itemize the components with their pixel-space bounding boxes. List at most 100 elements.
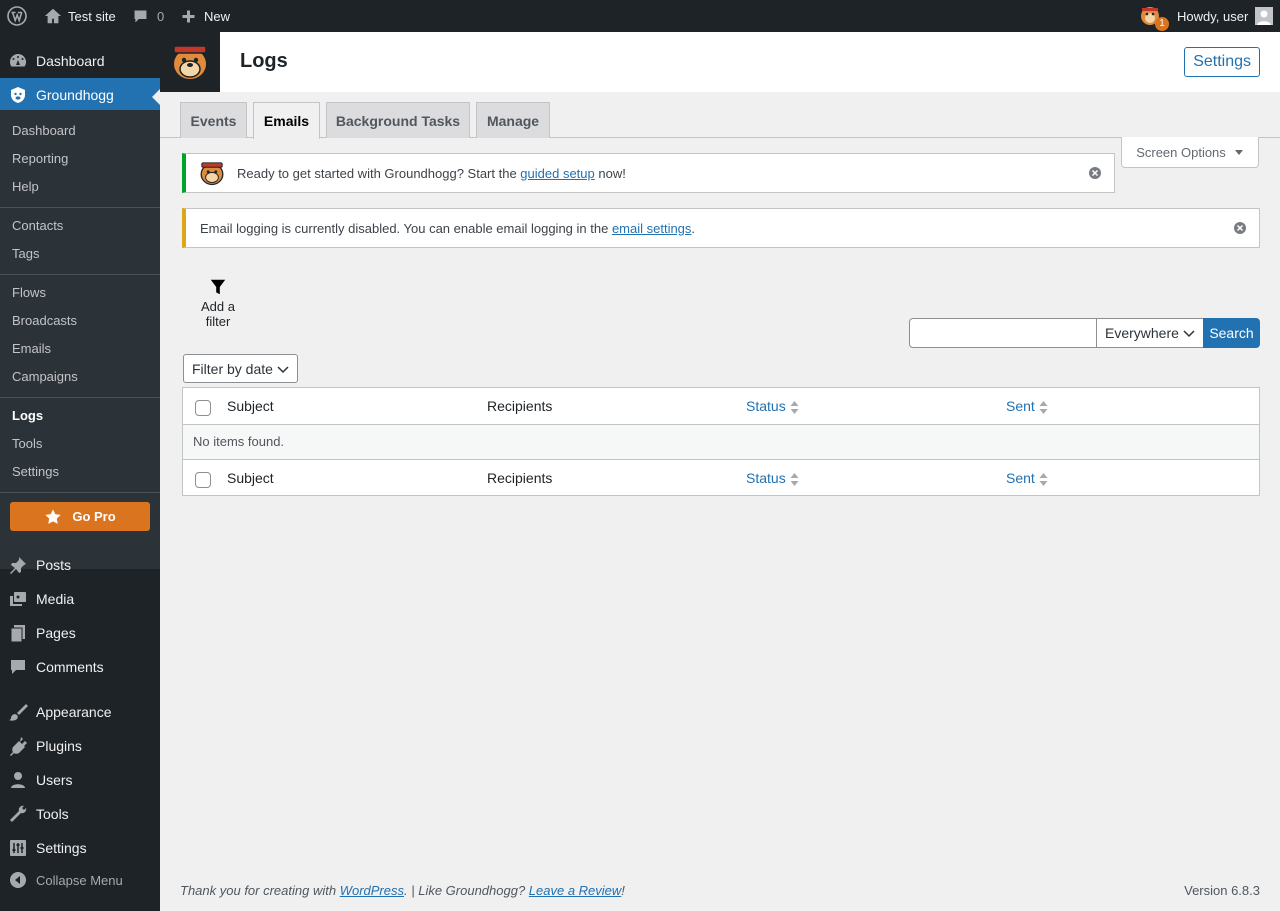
comments-link[interactable]: 0 <box>132 0 164 32</box>
search-scope-select[interactable]: Everywhere <box>1096 318 1204 348</box>
submenu-tags[interactable]: Tags <box>12 244 39 264</box>
column-sent-sortable[interactable]: Sent <box>1006 388 1048 424</box>
logs-tabs: Events Emails Background Tasks Manage <box>160 92 1280 139</box>
groundhogg-mascot-icon <box>172 45 208 81</box>
column-sent-sortable[interactable]: Sent <box>1006 460 1048 496</box>
submenu-help[interactable]: Help <box>12 177 39 197</box>
new-content-link[interactable]: New <box>181 0 230 32</box>
sidebar-item-tools[interactable]: Tools <box>0 797 160 831</box>
screen-options-label: Screen Options <box>1136 144 1226 160</box>
search-button[interactable]: Search <box>1203 318 1260 348</box>
setup-notice-text: Ready to get started with Groundhogg? St… <box>237 165 626 181</box>
submenu-flows[interactable]: Flows <box>12 283 46 303</box>
column-status-sortable[interactable]: Status <box>746 460 799 496</box>
submenu-reporting[interactable]: Reporting <box>12 149 68 169</box>
tab-events[interactable]: Events <box>180 102 247 138</box>
submenu-tools[interactable]: Tools <box>12 434 42 454</box>
avatar <box>1255 7 1274 25</box>
groundhogg-submenu: Dashboard Reporting Help Contacts Tags F… <box>0 110 160 569</box>
sidebar-label: Posts <box>36 557 72 573</box>
search-scope-value: Everywhere <box>1105 325 1179 341</box>
sidebar-item-posts[interactable]: Posts <box>0 548 160 582</box>
submenu-settings[interactable]: Settings <box>12 462 59 482</box>
screen-options-button[interactable]: Screen Options <box>1121 137 1259 168</box>
sort-arrows-icon <box>1039 472 1048 486</box>
submenu-contacts[interactable]: Contacts <box>12 216 63 236</box>
date-filter-select[interactable]: Filter by date <box>183 354 298 383</box>
search-input[interactable] <box>909 318 1097 348</box>
wordpress-link[interactable]: WordPress <box>340 883 404 898</box>
logging-disabled-notice: Email logging is currently disabled. You… <box>182 208 1260 248</box>
submenu-broadcasts[interactable]: Broadcasts <box>12 311 77 331</box>
sidebar-item-settings[interactable]: Settings <box>0 831 160 865</box>
notification-badge: 1 <box>1155 17 1169 31</box>
column-recipients: Recipients <box>487 470 553 486</box>
sidebar-item-dashboard[interactable]: Dashboard <box>0 44 160 78</box>
submenu-separator <box>0 492 160 493</box>
comments-count: 0 <box>157 8 165 24</box>
funnel-icon <box>210 279 226 295</box>
tab-emails[interactable]: Emails <box>253 102 320 139</box>
collapse-menu-button[interactable]: Collapse Menu <box>0 863 160 897</box>
logging-notice-text: Email logging is currently disabled. You… <box>200 220 696 236</box>
settings-sliders-icon <box>0 838 36 858</box>
select-all-checkbox[interactable] <box>195 400 211 416</box>
howdy-text: Howdy, user <box>1177 8 1249 24</box>
pages-icon <box>0 623 36 643</box>
sidebar-item-users[interactable]: Users <box>0 763 160 797</box>
tab-background-tasks[interactable]: Background Tasks <box>326 102 470 138</box>
select-all-checkbox[interactable] <box>195 472 211 488</box>
caret-down-icon <box>1234 150 1243 155</box>
table-header-row: Subject Recipients Status Sent <box>183 388 1259 424</box>
email-logs-table: Subject Recipients Status Sent No items … <box>182 387 1260 496</box>
submenu-dashboard[interactable]: Dashboard <box>12 121 76 141</box>
column-status-sortable[interactable]: Status <box>746 388 799 424</box>
sort-arrows-icon <box>790 400 799 414</box>
table-footer-row: Subject Recipients Status Sent <box>183 460 1259 496</box>
dashboard-icon <box>0 51 36 71</box>
sort-arrows-icon <box>1039 400 1048 414</box>
add-filter-label: Add a filter <box>201 299 235 329</box>
site-name-link[interactable]: Test site <box>44 0 116 32</box>
groundhogg-notifications[interactable]: 1 <box>1139 0 1169 32</box>
admin-sidebar: Dashboard Groundhogg Dashboard Reporting… <box>0 32 160 911</box>
add-filter-button[interactable]: Add a filter <box>187 278 249 329</box>
sidebar-item-plugins[interactable]: Plugins <box>0 729 160 763</box>
guided-setup-link[interactable]: guided setup <box>520 166 594 181</box>
submenu-separator <box>0 274 160 275</box>
sidebar-item-comments[interactable]: Comments <box>0 650 160 684</box>
submenu-separator <box>0 397 160 398</box>
go-pro-button[interactable]: Go Pro <box>10 502 150 531</box>
sidebar-item-media[interactable]: Media <box>0 582 160 616</box>
settings-button[interactable]: Settings <box>1184 47 1260 77</box>
footer-credits: Thank you for creating with WordPress. |… <box>180 883 625 898</box>
pushpin-icon <box>0 555 36 575</box>
sidebar-item-appearance[interactable]: Appearance <box>0 695 160 729</box>
empty-message: No items found. <box>183 424 1259 460</box>
submenu-emails[interactable]: Emails <box>12 339 51 359</box>
wordpress-logo-icon[interactable] <box>7 0 29 32</box>
submenu-logs[interactable]: Logs <box>12 406 43 426</box>
star-icon <box>45 508 61 524</box>
chevron-down-icon <box>1183 330 1195 338</box>
page-header: Logs Settings <box>160 32 1280 92</box>
email-settings-link[interactable]: email settings <box>612 221 691 236</box>
sidebar-label: Settings <box>36 840 87 856</box>
tab-manage[interactable]: Manage <box>476 102 550 138</box>
wrench-icon <box>0 804 36 824</box>
column-subject: Subject <box>227 398 274 414</box>
leave-review-link[interactable]: Leave a Review <box>529 883 622 898</box>
sidebar-label: Tools <box>36 806 69 822</box>
groundhogg-logo <box>160 32 220 92</box>
dismiss-icon[interactable] <box>1233 221 1247 235</box>
collapse-arrow-icon <box>0 870 36 890</box>
plus-icon <box>182 10 195 22</box>
sidebar-label: Appearance <box>36 704 112 720</box>
submenu-campaigns[interactable]: Campaigns <box>12 367 78 387</box>
sidebar-item-groundhogg[interactable]: Groundhogg <box>0 78 160 112</box>
site-name: Test site <box>68 8 116 24</box>
sort-arrows-icon <box>790 472 799 486</box>
sidebar-item-pages[interactable]: Pages <box>0 616 160 650</box>
dismiss-icon[interactable] <box>1088 166 1102 180</box>
my-account-link[interactable]: Howdy, user <box>1177 0 1274 32</box>
